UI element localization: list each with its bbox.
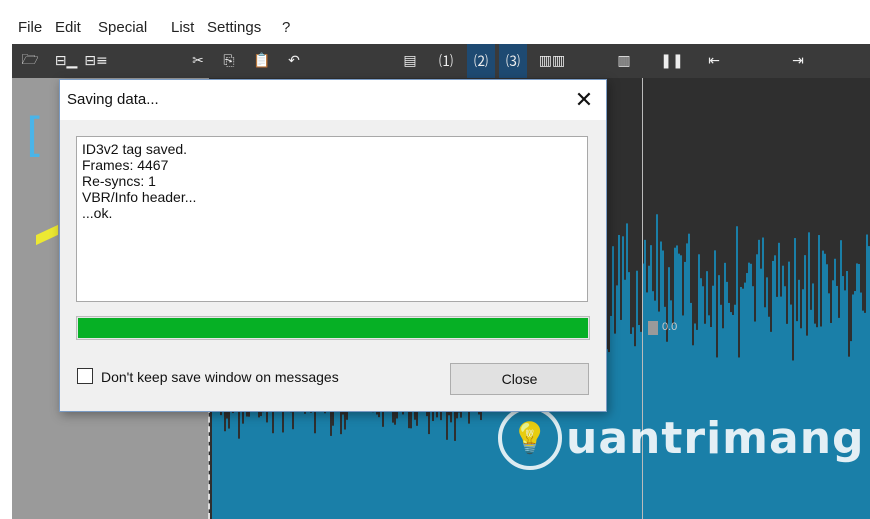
lightbulb-icon: 💡 <box>498 406 562 470</box>
watermark-text: uantrimang <box>566 412 865 464</box>
log-line: ID3v2 tag saved. <box>82 141 188 157</box>
menu-edit[interactable]: Edit <box>55 19 81 36</box>
paste-icon[interactable]: 📋 <box>248 44 276 78</box>
close-button[interactable]: Close <box>450 363 589 395</box>
menu-bar: File Edit Special List Settings ? <box>0 0 870 44</box>
move-left-icon[interactable]: ⇤ <box>700 44 728 78</box>
keep-window-label[interactable]: Don't keep save window on messages <box>101 369 339 385</box>
log-line: Frames: 4467 <box>82 157 169 173</box>
open-folder-icon[interactable]: 🗁 <box>16 44 44 78</box>
log-line: Re-syncs: 1 <box>82 173 156 189</box>
dialog-titlebar[interactable]: Saving data... ✕ <box>60 80 606 120</box>
undo-icon[interactable]: ↶ <box>280 44 308 78</box>
progress-bar <box>76 316 590 340</box>
progress-fill <box>78 318 588 338</box>
move-right-icon[interactable]: ⇥ <box>784 44 812 78</box>
menu-settings[interactable]: Settings <box>207 19 261 36</box>
page-1-icon[interactable]: ⑴ <box>432 44 460 78</box>
menu-special[interactable]: Special <box>98 19 147 36</box>
watermark-logo: 💡 uantrimang <box>498 406 865 470</box>
saving-dialog: Saving data... ✕ ID3v2 tag saved. Frames… <box>59 79 607 412</box>
toolbar: 🗁 ⊟▁ ⊟≡ ✂ ⎘ 📋 ↶ ▤ ⑴ ⑵ ⑶ ▥▥ ▥ ❚❚ ⇤ ⇥ <box>12 44 870 78</box>
save-tag-icon[interactable]: ⊟▁ <box>52 44 80 78</box>
copy-icon[interactable]: ⎘ <box>215 44 243 78</box>
message-log[interactable]: ID3v2 tag saved. Frames: 4467 Re-syncs: … <box>76 136 588 302</box>
cut-icon[interactable]: ✂ <box>184 44 212 78</box>
close-icon[interactable]: ✕ <box>570 86 598 114</box>
marker-mid-icon[interactable]: ▥ <box>610 44 638 78</box>
page-2-icon[interactable]: ⑵ <box>467 44 495 78</box>
save-list-icon[interactable]: ⊟≡ <box>82 44 110 78</box>
menu-file[interactable]: File <box>18 19 42 36</box>
marker-left-icon[interactable]: ▥▥ <box>532 44 572 78</box>
position-marker[interactable] <box>648 321 658 335</box>
menu-help[interactable]: ? <box>282 19 290 36</box>
log-line: VBR/Info header... <box>82 189 197 205</box>
pause-icon[interactable]: ❚❚ <box>658 44 686 78</box>
page-3-icon[interactable]: ⑶ <box>499 44 527 78</box>
menu-list[interactable]: List <box>171 19 194 36</box>
dialog-title: Saving data... <box>67 91 159 108</box>
log-line: ...ok. <box>82 205 113 221</box>
keep-window-checkbox[interactable] <box>77 368 93 384</box>
page-icon[interactable]: ▤ <box>396 44 424 78</box>
marker-value: 0.0 <box>662 321 678 333</box>
